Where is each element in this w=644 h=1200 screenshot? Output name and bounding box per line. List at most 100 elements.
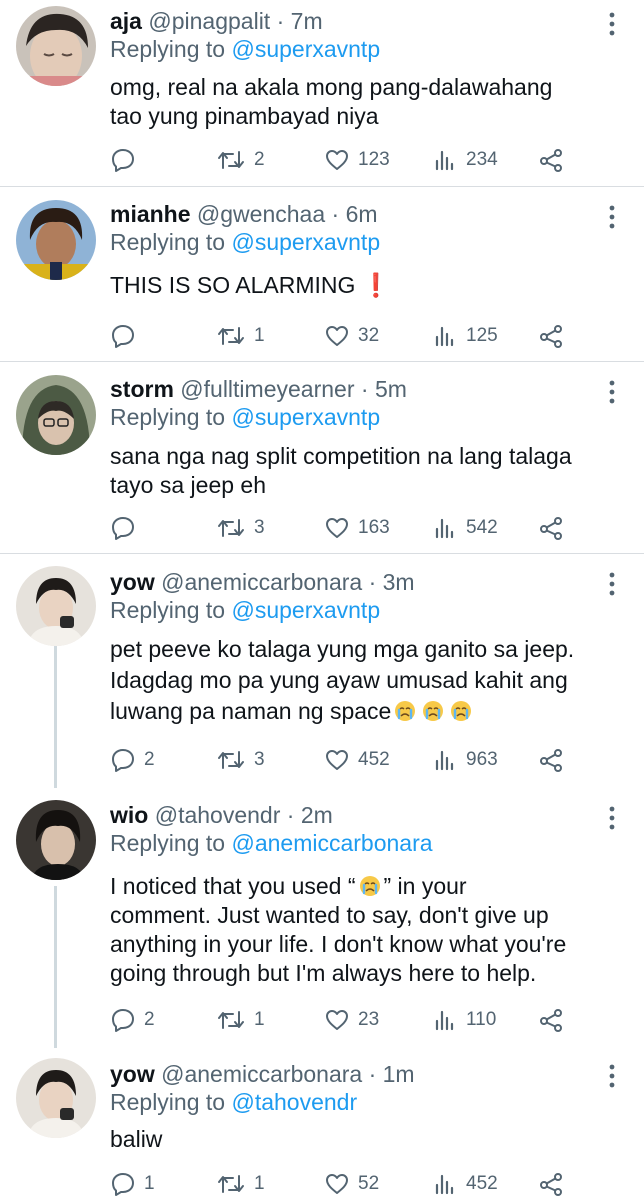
- more-options-icon[interactable]: [600, 10, 624, 38]
- tweet[interactable]: mianhe @gwenchaa · 6m Replying to @super…: [0, 187, 644, 361]
- reply-button[interactable]: 1: [110, 1170, 155, 1198]
- like-button[interactable]: 123: [324, 146, 390, 174]
- username[interactable]: @fulltimeyearner: [180, 376, 354, 402]
- timestamp[interactable]: 2m: [301, 802, 333, 828]
- timestamp[interactable]: 6m: [346, 201, 378, 227]
- retweet-button[interactable]: 1: [216, 322, 265, 350]
- more-options-icon[interactable]: [600, 804, 624, 832]
- views-icon: [432, 1171, 458, 1197]
- views-button[interactable]: 234: [432, 146, 498, 174]
- timestamp[interactable]: 5m: [375, 376, 407, 402]
- avatar[interactable]: [16, 800, 96, 880]
- reply-target-handle[interactable]: @superxavntp: [231, 229, 380, 255]
- views-button[interactable]: 452: [432, 1170, 498, 1198]
- tweet-text-line-with-emoji: luwang pa naman ng space: [110, 696, 610, 727]
- crying-face-icon: [423, 701, 444, 721]
- view-count: 110: [466, 1009, 497, 1030]
- tweet-text-line: omg, real na akala mong pang-dalawahang: [110, 74, 553, 100]
- action-bar: 3 163 542: [110, 514, 610, 542]
- username[interactable]: @anemiccarbonara: [161, 1061, 362, 1087]
- separator: ·: [286, 802, 295, 828]
- share-button[interactable]: [538, 1170, 564, 1198]
- username[interactable]: @gwenchaa: [197, 201, 325, 227]
- more-options-icon[interactable]: [600, 203, 624, 231]
- avatar[interactable]: [16, 375, 96, 455]
- views-icon: [432, 1007, 458, 1033]
- share-button[interactable]: [538, 322, 564, 350]
- more-options-icon[interactable]: [600, 1062, 624, 1090]
- heart-icon: [324, 323, 350, 349]
- views-button[interactable]: 110: [432, 1006, 496, 1034]
- reply-button[interactable]: [110, 514, 144, 542]
- reply-button[interactable]: 2: [110, 1006, 155, 1034]
- more-options-icon[interactable]: [600, 378, 624, 406]
- share-button[interactable]: [538, 514, 564, 542]
- share-button[interactable]: [538, 1006, 564, 1034]
- view-count: 963: [466, 749, 498, 770]
- reply-target-handle[interactable]: @anemiccarbonara: [231, 830, 432, 856]
- tweet[interactable]: yow @anemiccarbonara · 3m Replying to @s…: [0, 554, 644, 790]
- avatar[interactable]: [16, 200, 96, 280]
- views-button[interactable]: 542: [432, 514, 498, 542]
- reply-target-handle[interactable]: @tahovendr: [231, 1089, 357, 1115]
- retweet-button[interactable]: 1: [216, 1006, 265, 1034]
- display-name[interactable]: yow: [110, 1061, 155, 1087]
- display-name[interactable]: wio: [110, 802, 148, 828]
- retweet-button[interactable]: 1: [216, 1170, 265, 1198]
- like-count: 123: [358, 149, 390, 170]
- avatar[interactable]: [16, 1058, 96, 1138]
- timestamp[interactable]: 3m: [383, 569, 415, 595]
- avatar[interactable]: [16, 6, 96, 86]
- separator: ·: [331, 201, 340, 227]
- retweet-count: 1: [254, 1009, 265, 1030]
- separator: ·: [276, 8, 285, 34]
- username[interactable]: @anemiccarbonara: [161, 569, 362, 595]
- display-name[interactable]: storm: [110, 376, 174, 402]
- reply-target-handle[interactable]: @superxavntp: [231, 36, 380, 62]
- share-button[interactable]: [538, 146, 564, 174]
- tweet[interactable]: wio @tahovendr · 2m Replying to @anemicc…: [0, 790, 644, 1050]
- reply-target-handle[interactable]: @superxavntp: [231, 404, 380, 430]
- retweet-count: 1: [254, 1173, 265, 1194]
- heart-icon: [324, 1007, 350, 1033]
- replying-to-label: Replying to: [110, 404, 226, 430]
- display-name[interactable]: yow: [110, 569, 155, 595]
- reply-button[interactable]: 2: [110, 746, 155, 774]
- reply-count: 2: [144, 749, 155, 770]
- views-icon: [432, 147, 458, 173]
- views-button[interactable]: 125: [432, 322, 498, 350]
- views-button[interactable]: 963: [432, 746, 498, 774]
- more-options-icon[interactable]: [600, 570, 624, 598]
- tweet[interactable]: yow @anemiccarbonara · 1m Replying to @t…: [0, 1050, 644, 1200]
- reply-icon: [110, 1171, 136, 1197]
- retweet-button[interactable]: 3: [216, 514, 265, 542]
- avatar[interactable]: [16, 566, 96, 646]
- share-button[interactable]: [538, 746, 564, 774]
- retweet-icon: [216, 515, 246, 541]
- reply-button[interactable]: [110, 146, 144, 174]
- timestamp[interactable]: 7m: [291, 8, 323, 34]
- tweet[interactable]: aja @pinagpalit · 7m Replying to @superx…: [0, 0, 644, 186]
- timestamp[interactable]: 1m: [383, 1061, 415, 1087]
- retweet-icon: [216, 1007, 246, 1033]
- retweet-button[interactable]: 3: [216, 746, 265, 774]
- display-name[interactable]: aja: [110, 8, 142, 34]
- reply-icon: [110, 1007, 136, 1033]
- like-button[interactable]: 52: [324, 1170, 379, 1198]
- tweet-text-line: tao yung pinambayad niya: [110, 103, 379, 129]
- username[interactable]: @tahovendr: [155, 802, 281, 828]
- tweet-text: THIS IS SO ALARMING ❗: [110, 271, 610, 300]
- reply-button[interactable]: [110, 322, 144, 350]
- like-button[interactable]: 163: [324, 514, 390, 542]
- tweet[interactable]: storm @fulltimeyearner · 5m Replying to …: [0, 362, 644, 553]
- reply-icon: [110, 147, 136, 173]
- reply-count: 1: [144, 1173, 155, 1194]
- retweet-button[interactable]: 2: [216, 146, 265, 174]
- username[interactable]: @pinagpalit: [148, 8, 270, 34]
- reply-target-handle[interactable]: @superxavntp: [231, 597, 380, 623]
- like-button[interactable]: 452: [324, 746, 390, 774]
- like-button[interactable]: 32: [324, 322, 379, 350]
- display-name[interactable]: mianhe: [110, 201, 191, 227]
- separator: ·: [360, 376, 369, 402]
- like-button[interactable]: 23: [324, 1006, 379, 1034]
